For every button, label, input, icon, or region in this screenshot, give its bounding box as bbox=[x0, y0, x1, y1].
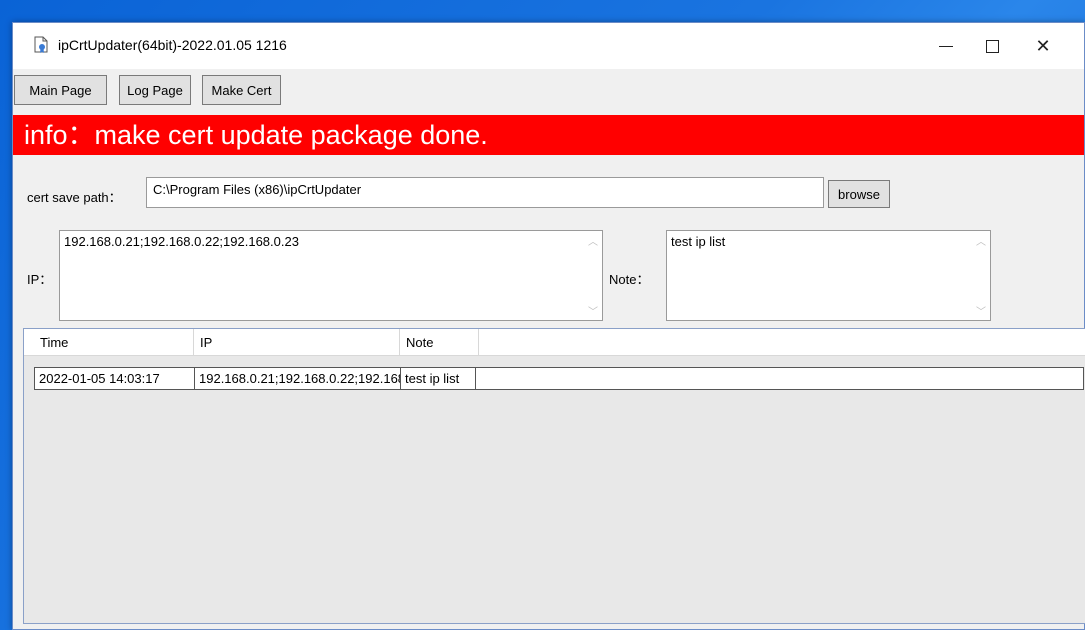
ip-label: IP： bbox=[27, 272, 53, 287]
title-bar[interactable]: ipCrtUpdater(64bit)-2022.01.05 1216 ✕ bbox=[13, 23, 1084, 69]
ip-textarea[interactable]: 192.168.0.21;192.168.0.22;192.168.0.23 ︿… bbox=[59, 230, 603, 321]
scroll-up-icon[interactable]: ︿ bbox=[976, 233, 986, 248]
cell-note: test ip list bbox=[401, 368, 476, 389]
status-banner: info：make cert update package done. bbox=[13, 115, 1084, 155]
certificate-icon bbox=[34, 36, 48, 53]
cell-ip: 192.168.0.21;192.168.0.22;192.168.0.23 bbox=[195, 368, 401, 389]
close-icon: ✕ bbox=[1035, 35, 1051, 56]
table-row[interactable]: 2022-01-05 14:03:17 192.168.0.21;192.168… bbox=[34, 367, 1084, 390]
note-textarea[interactable]: test ip list ︿ ﹀ bbox=[666, 230, 991, 321]
cert-save-path-input[interactable]: C:\Program Files (x86)\ipCrtUpdater bbox=[146, 177, 824, 208]
cell-time: 2022-01-05 14:03:17 bbox=[35, 368, 195, 389]
log-page-button[interactable]: Log Page bbox=[119, 75, 191, 105]
maximize-icon bbox=[985, 39, 999, 53]
column-header-time[interactable]: Time bbox=[34, 329, 194, 355]
window-title: ipCrtUpdater(64bit)-2022.01.05 1216 bbox=[58, 37, 287, 53]
scroll-up-icon[interactable]: ︿ bbox=[588, 233, 598, 248]
scroll-down-icon[interactable]: ﹀ bbox=[976, 303, 986, 318]
column-header-ip[interactable]: IP bbox=[194, 329, 400, 355]
close-button[interactable]: ✕ bbox=[1020, 23, 1066, 69]
scroll-down-icon[interactable]: ﹀ bbox=[588, 303, 598, 318]
ip-textarea-value: 192.168.0.21;192.168.0.22;192.168.0.23 bbox=[64, 234, 299, 249]
minimize-button[interactable] bbox=[923, 23, 969, 69]
main-page-button[interactable]: Main Page bbox=[14, 75, 107, 105]
log-data-grid[interactable]: Time IP Note 2022-01-05 14:03:17 192.168… bbox=[23, 328, 1085, 624]
cert-save-path-label: cert save path： bbox=[27, 190, 122, 205]
note-scrollbar[interactable]: ︿ ﹀ bbox=[973, 231, 990, 320]
app-window: ipCrtUpdater(64bit)-2022.01.05 1216 ✕ Ma… bbox=[12, 22, 1085, 630]
note-label: Note： bbox=[609, 272, 650, 287]
browse-button[interactable]: browse bbox=[828, 180, 890, 208]
make-cert-button[interactable]: Make Cert bbox=[202, 75, 281, 105]
maximize-button[interactable] bbox=[969, 23, 1015, 69]
ip-scrollbar[interactable]: ︿ ﹀ bbox=[585, 231, 602, 320]
note-textarea-value: test ip list bbox=[671, 234, 726, 249]
grid-header: Time IP Note bbox=[24, 329, 1085, 356]
minimize-icon bbox=[939, 45, 953, 47]
column-header-note[interactable]: Note bbox=[400, 329, 479, 355]
